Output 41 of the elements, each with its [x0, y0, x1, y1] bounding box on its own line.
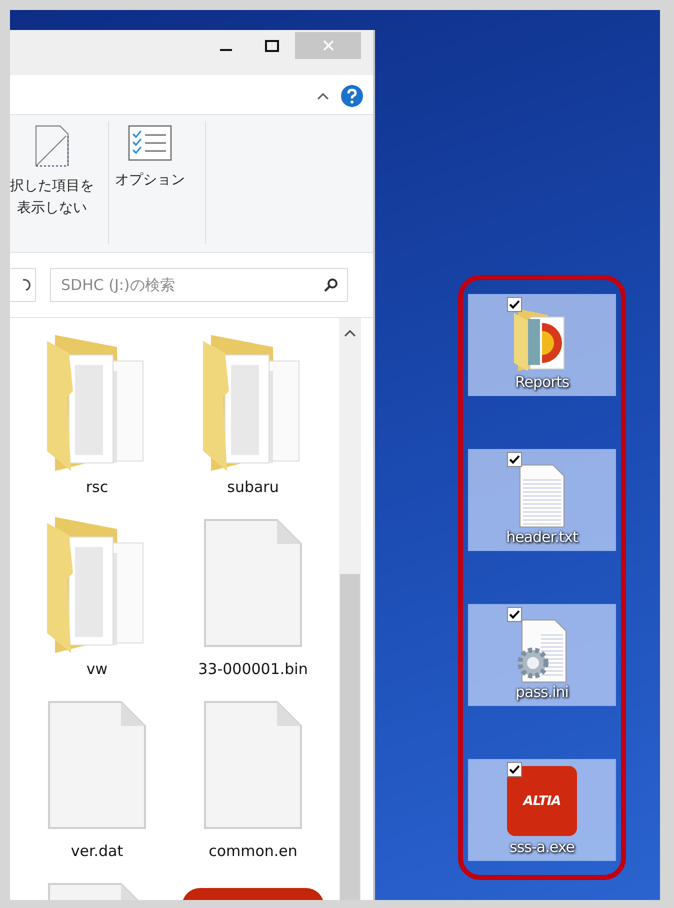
checkmark-icon	[509, 455, 520, 464]
checkbox[interactable]	[507, 452, 522, 467]
search-field[interactable]: SDHC (J:)の検索	[50, 268, 348, 302]
scrollbar[interactable]	[339, 318, 361, 900]
close-icon	[322, 40, 334, 51]
checkbox[interactable]	[507, 297, 522, 312]
checkmark-icon	[509, 765, 520, 774]
file-name[interactable]: subaru	[227, 478, 279, 496]
options-button[interactable]: オプション	[109, 115, 191, 252]
desktop-icon[interactable]: ALTIA sss-a.exe	[468, 759, 616, 861]
minimize-icon	[220, 48, 232, 50]
scroll-up-icon[interactable]	[344, 329, 356, 337]
text-file-icon	[519, 464, 565, 528]
icon-label: header.txt	[506, 528, 578, 546]
settings-file-icon	[517, 619, 567, 683]
checkbox[interactable]	[507, 607, 522, 622]
file-name[interactable]: ver.dat	[70, 842, 124, 860]
checkmark-icon	[509, 610, 520, 619]
icon-label: pass.ini	[516, 683, 568, 701]
checklist-icon	[128, 125, 172, 161]
hidden-page-icon	[35, 125, 69, 167]
scrollbar-thumb[interactable]	[340, 574, 360, 900]
file-icon	[203, 518, 303, 648]
file-icon	[47, 700, 147, 830]
checkbox[interactable]	[507, 762, 522, 777]
checkmark-icon	[509, 300, 520, 309]
collapse-ribbon-icon[interactable]	[317, 92, 329, 100]
maximize-icon	[265, 40, 279, 52]
help-icon[interactable]	[341, 85, 363, 107]
icon-label: Reports	[514, 373, 570, 391]
app-logo: ALTIA	[523, 794, 561, 808]
file-icon	[203, 700, 303, 830]
file-name[interactable]: rsc	[86, 478, 108, 496]
search-icon	[324, 278, 338, 292]
hide-selected-button[interactable]: 択した項目を 表示しない	[10, 115, 108, 252]
icon-label: sss-a.exe	[510, 838, 574, 856]
refresh-icon	[23, 278, 31, 292]
file-name[interactable]: 33-000001.bin	[198, 660, 308, 678]
file-name[interactable]: vw	[86, 660, 108, 678]
file-name[interactable]: common.en	[208, 842, 298, 860]
refresh-button[interactable]	[10, 268, 36, 302]
